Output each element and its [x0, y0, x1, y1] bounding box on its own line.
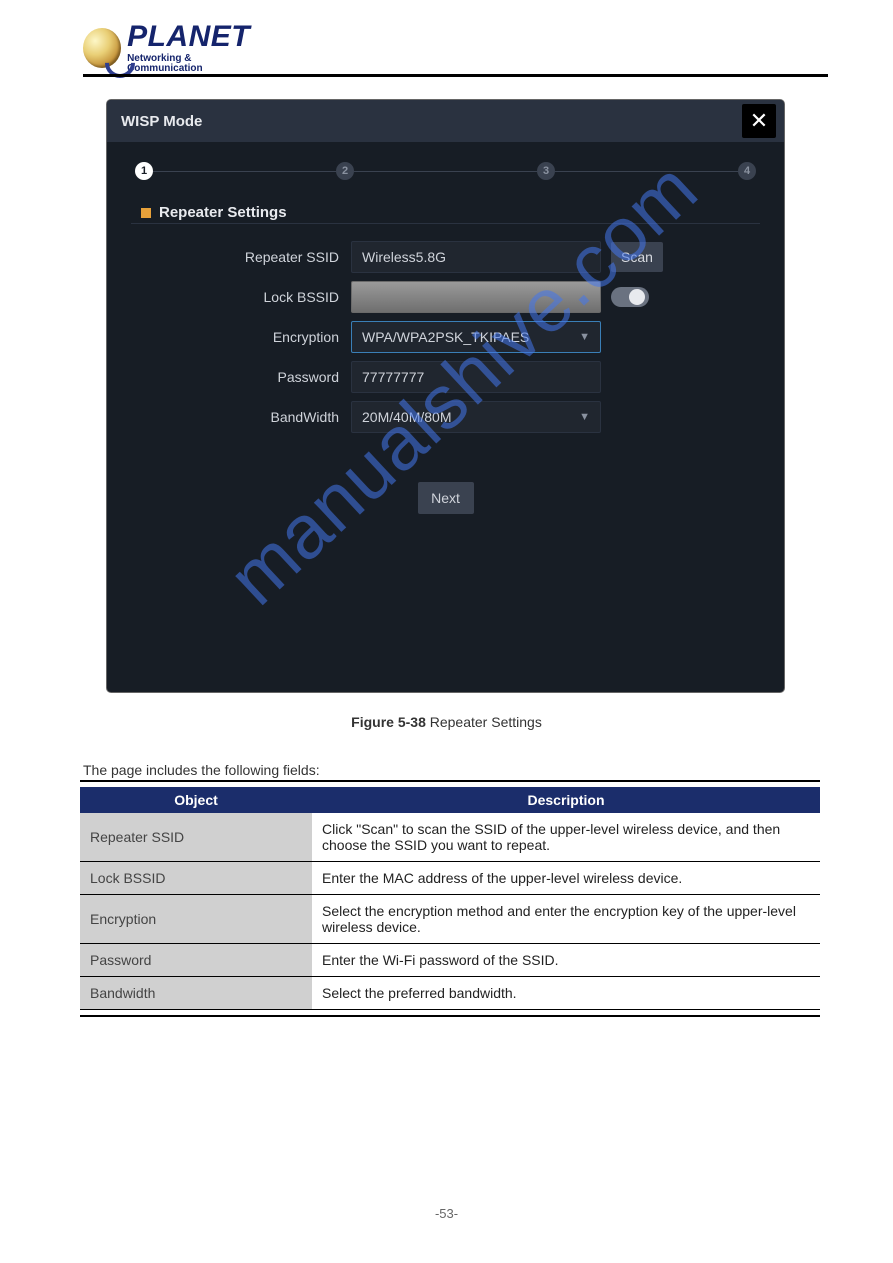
close-icon: ✕ [750, 108, 768, 134]
label-ssid: Repeater SSID [107, 249, 351, 265]
wisp-mode-modal: WISP Mode ✕ 1 2 3 4 Repeater Settings Re… [107, 100, 784, 692]
next-button[interactable]: Next [418, 482, 474, 514]
brand-header: PLANET Networking & Communication [83, 22, 263, 67]
page-number: -53- [0, 1206, 893, 1221]
bandwidth-select[interactable]: 20M/40M/80M ▼ [351, 401, 601, 433]
repeater-form: Repeater SSID Wireless5.8G Scan Lock BSS… [107, 238, 784, 514]
label-bssid: Lock BSSID [107, 289, 351, 305]
table-head-row: Object Description [80, 787, 820, 813]
wizard-stepper: 1 2 3 4 [107, 142, 784, 180]
chevron-down-icon: ▼ [579, 411, 590, 423]
label-password: Password [107, 369, 351, 385]
step-1[interactable]: 1 [135, 162, 153, 180]
step-2[interactable]: 2 [336, 162, 354, 180]
modal-titlebar: WISP Mode ✕ [107, 100, 784, 142]
section-title-text: Repeater Settings [159, 204, 287, 221]
table-row: Encryption Select the encryption method … [80, 895, 820, 944]
password-input[interactable]: 77777777 [351, 361, 601, 393]
page: PLANET Networking & Communication WISP M… [0, 0, 893, 1263]
brand-logo: PLANET Networking & Communication [83, 22, 263, 74]
scan-button[interactable]: Scan [611, 242, 663, 272]
brand-name: PLANET [127, 22, 263, 52]
step-4[interactable]: 4 [738, 162, 756, 180]
table-bottom-rule [80, 1009, 820, 1017]
section-heading: Repeater Settings [141, 204, 784, 221]
figure-caption: Figure 5-38 Repeater Settings [0, 714, 893, 730]
table-row: Repeater SSID Click "Scan" to scan the S… [80, 813, 820, 862]
section-marker-icon [141, 208, 151, 218]
table-row: Password Enter the Wi-Fi password of the… [80, 944, 820, 977]
chevron-down-icon: ▼ [579, 331, 590, 343]
th-description: Description [312, 787, 820, 813]
brand-tagline: Networking & Communication [127, 54, 263, 74]
bssid-input[interactable] [351, 281, 601, 313]
lock-bssid-toggle[interactable] [611, 287, 649, 307]
modal-title: WISP Mode [121, 113, 202, 130]
table-row: Lock BSSID Enter the MAC address of the … [80, 862, 820, 895]
ssid-input[interactable]: Wireless5.8G [351, 241, 601, 273]
encryption-select[interactable]: WPA/WPA2PSK_TKIPAES ▼ [351, 321, 601, 353]
step-3[interactable]: 3 [537, 162, 555, 180]
table-row: Bandwidth Select the preferred bandwidth… [80, 977, 820, 1010]
th-object: Object [80, 787, 312, 813]
fields-table: Object Description Repeater SSID Click "… [80, 787, 820, 1010]
subcaption: The page includes the following fields: [83, 762, 320, 778]
header-rule [83, 74, 828, 77]
globe-icon [83, 28, 121, 68]
close-button[interactable]: ✕ [742, 104, 776, 138]
label-encryption: Encryption [107, 329, 351, 345]
label-bandwidth: BandWidth [107, 409, 351, 425]
